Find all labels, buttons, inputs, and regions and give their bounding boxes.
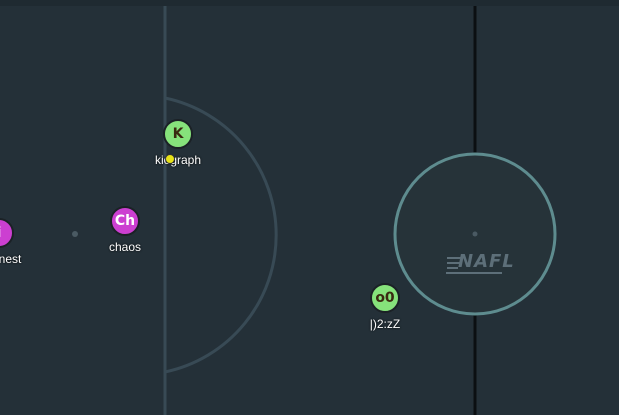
game-field: NAFL K kiograph Ch chaos i nest o0 |)2:z…: [0, 0, 619, 415]
center-spot: [472, 231, 478, 237]
top-border: [0, 0, 619, 6]
league-logo: NAFL: [458, 251, 515, 272]
player-kiograph-avatar: K: [163, 119, 193, 149]
ball: [165, 154, 175, 164]
player-chaos-name: chaos: [108, 240, 142, 254]
player-nest-name: nest: [0, 252, 22, 266]
player-o0-name: |)2:zZ: [369, 317, 401, 331]
player-chaos-avatar: Ch: [110, 206, 140, 236]
player-o0-avatar: o0: [370, 283, 400, 313]
field-lines: [0, 0, 619, 415]
player-kiograph-name: kiograph: [154, 153, 202, 167]
penalty-spot: [72, 231, 78, 237]
